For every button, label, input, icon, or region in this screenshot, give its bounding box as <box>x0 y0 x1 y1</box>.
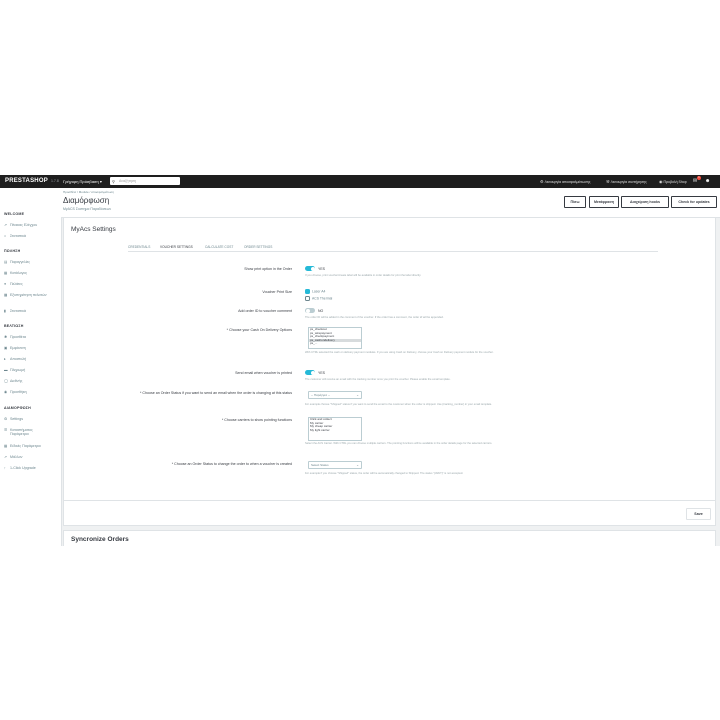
sidebar-item-oneclick[interactable]: ↑ 1-Click Upgrade <box>4 466 36 470</box>
sidebar-item-shop-params[interactable]: ☰ Καταστήματος Παράμετροι <box>4 428 50 436</box>
tab-order-settings[interactable]: ORDER SETTINGS <box>244 245 272 249</box>
cod-options-help: With CTRL selected the cash on delivery … <box>305 351 494 354</box>
tab-voucher-settings[interactable]: VOUCHER SETTINGS <box>160 245 193 249</box>
sidebar-item-addons[interactable]: ◉ Προσθήκη <box>4 390 27 394</box>
version-label: 1.7.8 <box>51 179 59 183</box>
add-order-id-value: NO <box>318 308 324 313</box>
radio-unselected <box>305 296 310 301</box>
prestashop-logo[interactable]: PRESTASHOP <box>5 178 48 184</box>
list-item[interactable]: ps_... <box>309 342 361 346</box>
settings-panel: MyAcs Settings CREDENTIALS VOUCHER SETTI… <box>63 217 716 526</box>
cod-options-label: * Choose your Cash On Delivery Options <box>226 328 292 332</box>
send-email-toggle[interactable] <box>305 370 315 375</box>
section-improve: ΒΕΛΤΙΩΣΗ <box>4 324 24 328</box>
page-title: Διαμόρφωση <box>63 196 110 205</box>
breadcrumb[interactable]: Προσθέτα / Module / αποσφαλμάτωση <box>63 190 114 194</box>
sidebar-item-stats2[interactable]: ▮ Στατιστικά <box>4 309 26 313</box>
sidebar-item-payment[interactable]: ▬ Πληρωμή <box>4 368 25 372</box>
list-item[interactable]: My light carrier <box>309 428 361 433</box>
carriers-label: * Choose carriers to show pointing funct… <box>221 418 292 422</box>
toggle-knob <box>310 266 315 271</box>
search-box[interactable]: ⚲ Αναζήτηση <box>110 177 180 185</box>
sidebar-item-catalog[interactable]: ▦ Κατάλογος <box>4 271 27 275</box>
show-print-label: Show print option in the Order <box>244 267 292 271</box>
toggle-knob <box>305 308 310 313</box>
send-email-label: Send email when voucher is printed <box>235 371 292 375</box>
status-created-help: For example if you choose "Shipped" stat… <box>305 472 464 475</box>
radio-selected <box>305 289 310 294</box>
search-input[interactable]: Αναζήτηση <box>119 179 136 183</box>
sidebar-item-modules[interactable]: ✱ Προσθέτα <box>4 335 26 339</box>
section-sell: ΠΩΛΗΣΗ <box>4 249 21 253</box>
cod-options-listbox[interactable]: ps_checkout ps_wirepayment ps_checkpayme… <box>308 327 362 349</box>
add-order-id-help: The order ID will be added in the commen… <box>305 316 444 319</box>
page-header: Προσθέτα / Module / αποσφαλμάτωση Διαμόρ… <box>61 188 720 218</box>
status-email-label: * Choose an Order Status if you want to … <box>139 391 292 395</box>
sidebar: WELCOME ↗ Πίνακας Ελέγχου ⌂ Στατιστικά ΠΩΛ… <box>0 188 62 546</box>
add-order-id-label: Add order ID to voucher comment <box>238 309 292 313</box>
settings-tabs: CREDENTIALS VOUCHER SETTINGS CALCULATE C… <box>128 244 658 252</box>
select-value: -- Παράγγελ -- <box>311 393 330 398</box>
select-value: Select Status <box>311 463 329 468</box>
status-email-select[interactable]: -- Παράγγελ -- ⌄ <box>308 391 362 399</box>
sidebar-item-dashboard[interactable]: ↗ Πίνακας Ελέγχου <box>4 223 37 227</box>
sync-panel-title: Syncronize Orders <box>71 536 129 543</box>
carriers-help: Select the ACS Carrier. With CTRL you ca… <box>305 442 493 445</box>
show-print-toggle[interactable] <box>305 266 315 271</box>
screenshot-area: PRESTASHOP 1.7.8 Γρήγορη Πρόσβαση ▾ ⚲ Αν… <box>0 175 720 546</box>
sidebar-item-orders[interactable]: ▤ Παραγγελίες <box>4 260 30 264</box>
tab-calculate-cost[interactable]: CALCULATE COST <box>205 245 233 249</box>
sidebar-item-support[interactable]: ▩ Εξυπηρέτηση πελατών <box>4 293 47 297</box>
notification-badge: 1 <box>697 176 701 180</box>
tab-credentials[interactable]: CREDENTIALS <box>128 245 150 249</box>
sidebar-item-international[interactable]: ◯ Διεθνής <box>4 379 22 383</box>
wrench-icon: ⚒ <box>606 179 610 184</box>
check-updates-button[interactable]: Check for updates <box>671 196 717 208</box>
save-button[interactable]: Save <box>686 508 711 520</box>
page-subtitle: MyACS Συστημα Παραδόσεων <box>63 207 112 211</box>
send-email-value: YES <box>318 370 326 375</box>
chevron-down-icon: ⌄ <box>356 392 359 397</box>
status-created-select[interactable]: Select Status ⌄ <box>308 461 362 469</box>
manage-hooks-button[interactable]: Διαχείριση hooks <box>621 196 669 208</box>
eye-icon: ◉ <box>659 179 663 184</box>
section-config: ΔΙΑΜΟΡΦΩΣΗ <box>4 406 31 410</box>
add-order-id-toggle[interactable] <box>305 308 315 313</box>
debug-mode-link[interactable]: ⚙Λειτουργία αποσφαλμάτωσης <box>540 179 590 184</box>
sidebar-item-stats[interactable]: ⌂ Στατιστικά <box>4 234 26 238</box>
section-welcome: WELCOME <box>4 212 25 216</box>
sidebar-item-shipping[interactable]: ▸ Αποστολή <box>4 357 26 361</box>
settings-panel-title: MyAcs Settings <box>71 226 116 233</box>
translate-button[interactable]: Μετάφραση <box>589 196 619 208</box>
sidebar-item-advanced[interactable]: ▦ Ειδικές Παράμετροι <box>4 444 41 448</box>
bug-icon: ⚙ <box>540 179 544 184</box>
status-email-help: For example choose "Shipped" status if y… <box>305 403 492 406</box>
top-navbar: PRESTASHOP 1.7.8 Γρήγορη Πρόσβαση ▾ ⚲ Αν… <box>0 175 720 188</box>
search-icon: ⚲ <box>112 178 115 184</box>
maintenance-link[interactable]: ⚒Λειτουργία συντήρησης <box>606 179 647 184</box>
sidebar-item-settings[interactable]: ⚙ Settings <box>4 417 23 421</box>
size-option-thermal[interactable]: ACS Thermal <box>305 296 332 301</box>
show-print-value: YES <box>318 266 326 271</box>
panel-footer-divider <box>64 500 715 501</box>
voucher-size-label: Voucher Print Size <box>262 290 292 294</box>
carriers-listbox[interactable]: Click and collect My carrier My cheap ca… <box>308 417 362 441</box>
user-account-icon[interactable]: ☻ <box>705 178 710 184</box>
back-button[interactable]: Πίσω <box>564 196 586 208</box>
view-shop-link[interactable]: ◉Προβολή Shop <box>659 179 687 184</box>
show-print-help: If you choose, print voucher/create labe… <box>305 274 422 277</box>
sidebar-item-customers[interactable]: ● Πελάτες <box>4 282 23 286</box>
quick-access-dropdown[interactable]: Γρήγορη Πρόσβαση ▾ <box>63 179 102 184</box>
chevron-down-icon: ⌄ <box>356 462 359 467</box>
status-created-label: * Choose an Order Status to change the o… <box>171 462 292 466</box>
sidebar-item-design[interactable]: ▣ Εμφάνιση <box>4 346 26 350</box>
sync-panel: Syncronize Orders <box>63 530 716 546</box>
toggle-knob <box>310 370 315 375</box>
sidebar-item-more[interactable]: ↗ Μάλλον <box>4 455 22 459</box>
send-email-help: The customer will receive an email with … <box>305 378 451 381</box>
size-option-laser[interactable]: Laser A4 <box>305 289 325 294</box>
